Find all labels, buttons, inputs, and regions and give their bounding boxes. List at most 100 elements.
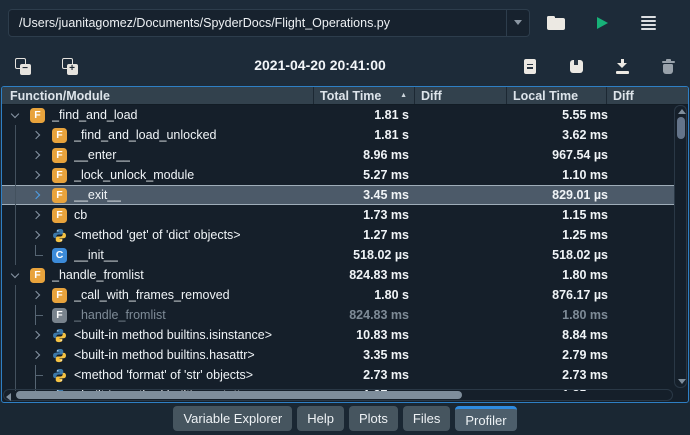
tab-files[interactable]: Files bbox=[402, 406, 451, 431]
profiler-toolbar: − + 2021-04-20 20:41:00 bbox=[0, 45, 690, 86]
function-label: __enter__ bbox=[74, 148, 131, 162]
show-output-button[interactable] bbox=[518, 53, 542, 79]
column-header-label: Local Time bbox=[513, 88, 579, 103]
table-row[interactable]: F _find_and_load 1.81 s 5.55 ms bbox=[2, 105, 674, 125]
expander-right-icon[interactable] bbox=[30, 345, 44, 365]
column-header-diff[interactable]: Diff bbox=[415, 87, 507, 104]
total-time-value: 1.27 ms bbox=[363, 228, 409, 242]
load-data-button[interactable] bbox=[610, 53, 634, 79]
expander-right-icon[interactable] bbox=[30, 285, 44, 305]
open-file-button[interactable] bbox=[544, 10, 568, 36]
local-diff-value bbox=[615, 145, 673, 165]
expander-right-icon[interactable] bbox=[30, 225, 44, 245]
total-time-value: 1.73 ms bbox=[363, 208, 409, 222]
expander-right-icon[interactable] bbox=[30, 165, 44, 185]
function-label: _handle_fromlist bbox=[74, 308, 166, 322]
local-diff-value bbox=[615, 125, 673, 145]
expander-right-icon[interactable] bbox=[30, 325, 44, 345]
save-data-button[interactable] bbox=[564, 53, 588, 79]
local-time-value: 1.10 ms bbox=[562, 168, 608, 182]
expander-down-icon[interactable] bbox=[8, 265, 22, 285]
total-time-value: 8.96 ms bbox=[363, 148, 409, 162]
table-row[interactable]: <method 'get' of 'dict' objects> 1.27 ms… bbox=[2, 225, 674, 245]
total-time-value: 3.45 ms bbox=[363, 188, 409, 202]
options-menu-button[interactable] bbox=[636, 10, 660, 36]
function-icon: F bbox=[52, 307, 67, 323]
scroll-up-icon[interactable] bbox=[677, 109, 686, 114]
python-icon bbox=[52, 328, 67, 343]
total-diff-value bbox=[419, 305, 499, 325]
column-header-label: Total Time bbox=[320, 88, 382, 103]
table-row[interactable]: F cb 1.73 ms 1.15 ms bbox=[2, 205, 674, 225]
script-path-combobox[interactable]: /Users/juanitagomez/Documents/SpyderDocs… bbox=[8, 8, 530, 37]
table-row[interactable]: <built-in method builtins.hasattr> 3.35 … bbox=[2, 345, 674, 365]
expander-right-icon[interactable] bbox=[30, 205, 44, 225]
tab-profiler[interactable]: Profiler bbox=[455, 406, 517, 431]
column-header-function-module[interactable]: Function/Module bbox=[2, 87, 314, 104]
column-header-total-time[interactable]: Total Time ▲ bbox=[314, 87, 415, 104]
local-diff-value bbox=[615, 225, 673, 245]
column-header-label: Diff bbox=[421, 88, 442, 103]
table-row[interactable]: F _call_with_frames_removed 1.80 s 876.1… bbox=[2, 285, 674, 305]
total-diff-value bbox=[419, 325, 499, 345]
download-icon bbox=[615, 58, 629, 74]
total-time-value: 10.83 ms bbox=[356, 328, 409, 342]
local-diff-value bbox=[615, 245, 673, 265]
total-diff-value bbox=[419, 285, 499, 305]
clear-button[interactable] bbox=[656, 53, 680, 79]
total-time-value: 824.83 ms bbox=[349, 268, 409, 282]
table-row[interactable]: C __init__ 518.02 µs 518.02 µs bbox=[2, 245, 674, 265]
table-row[interactable]: F _handle_fromlist 824.83 ms 1.80 ms bbox=[2, 265, 674, 285]
column-header-local-time[interactable]: Local Time bbox=[507, 87, 607, 104]
local-diff-value bbox=[615, 365, 673, 385]
path-dropdown-button[interactable] bbox=[506, 9, 529, 36]
local-diff-value bbox=[615, 165, 673, 185]
total-diff-value bbox=[419, 105, 499, 125]
tree-branch-line bbox=[30, 245, 44, 265]
script-path-value[interactable]: /Users/juanitagomez/Documents/SpyderDocs… bbox=[9, 16, 506, 30]
function-label: <method 'get' of 'dict' objects> bbox=[74, 228, 241, 242]
total-diff-value bbox=[419, 265, 499, 285]
main-toolbar: /Users/juanitagomez/Documents/SpyderDocs… bbox=[0, 0, 690, 45]
table-row[interactable]: <built-in method builtins.isinstance> 10… bbox=[2, 325, 674, 345]
function-icon: F bbox=[52, 127, 67, 143]
horizontal-scrollbar[interactable] bbox=[3, 389, 673, 401]
table-row[interactable]: F __enter__ 8.96 ms 967.54 µs bbox=[2, 145, 674, 165]
tab-help[interactable]: Help bbox=[297, 406, 344, 431]
folder-icon bbox=[547, 15, 565, 30]
expander-right-icon[interactable] bbox=[30, 125, 44, 145]
table-row[interactable]: F __exit__ 3.45 ms 829.01 µs bbox=[2, 185, 674, 205]
table-row[interactable]: F _lock_unlock_module 5.27 ms 1.10 ms bbox=[2, 165, 674, 185]
function-label: _handle_fromlist bbox=[52, 268, 144, 282]
total-diff-value bbox=[419, 165, 499, 185]
function-label: __exit__ bbox=[74, 188, 122, 202]
local-time-value: 518.02 µs bbox=[552, 248, 608, 262]
function-icon: F bbox=[52, 167, 67, 183]
local-diff-value bbox=[615, 345, 673, 365]
column-header-diff[interactable]: Diff bbox=[607, 87, 688, 104]
profile-tree-body: F _find_and_load 1.81 s 5.55 ms F _find_… bbox=[2, 105, 688, 391]
table-row[interactable]: F _find_and_load_unlocked 1.81 s 3.62 ms bbox=[2, 125, 674, 145]
total-time-value: 1.81 s bbox=[374, 108, 409, 122]
local-time-value: 876.17 µs bbox=[552, 288, 608, 302]
total-diff-value bbox=[419, 185, 499, 205]
vertical-scrollbar[interactable] bbox=[674, 105, 687, 388]
tab-variable-explorer[interactable]: Variable Explorer bbox=[173, 406, 293, 431]
tab-plots[interactable]: Plots bbox=[348, 406, 398, 431]
table-row[interactable]: F _handle_fromlist 824.83 ms 1.80 ms bbox=[2, 305, 674, 325]
horizontal-scrollbar-thumb[interactable] bbox=[16, 391, 462, 399]
vertical-scrollbar-thumb[interactable] bbox=[676, 117, 685, 139]
expander-right-icon[interactable] bbox=[30, 185, 44, 205]
table-row[interactable]: <method 'format' of 'str' objects> 2.73 … bbox=[2, 365, 674, 385]
total-time-value: 3.35 ms bbox=[363, 348, 409, 362]
expander-down-icon[interactable] bbox=[8, 105, 22, 125]
scroll-down-icon[interactable] bbox=[677, 379, 686, 384]
local-time-value: 2.73 ms bbox=[562, 368, 608, 382]
function-label: cb bbox=[74, 208, 88, 222]
scroll-left-icon[interactable] bbox=[6, 392, 11, 401]
local-time-value: 1.80 ms bbox=[562, 268, 608, 282]
local-time-value: 1.80 ms bbox=[562, 308, 608, 322]
run-profiler-button[interactable] bbox=[590, 10, 614, 36]
expander-right-icon[interactable] bbox=[30, 145, 44, 165]
local-diff-value bbox=[615, 205, 673, 225]
